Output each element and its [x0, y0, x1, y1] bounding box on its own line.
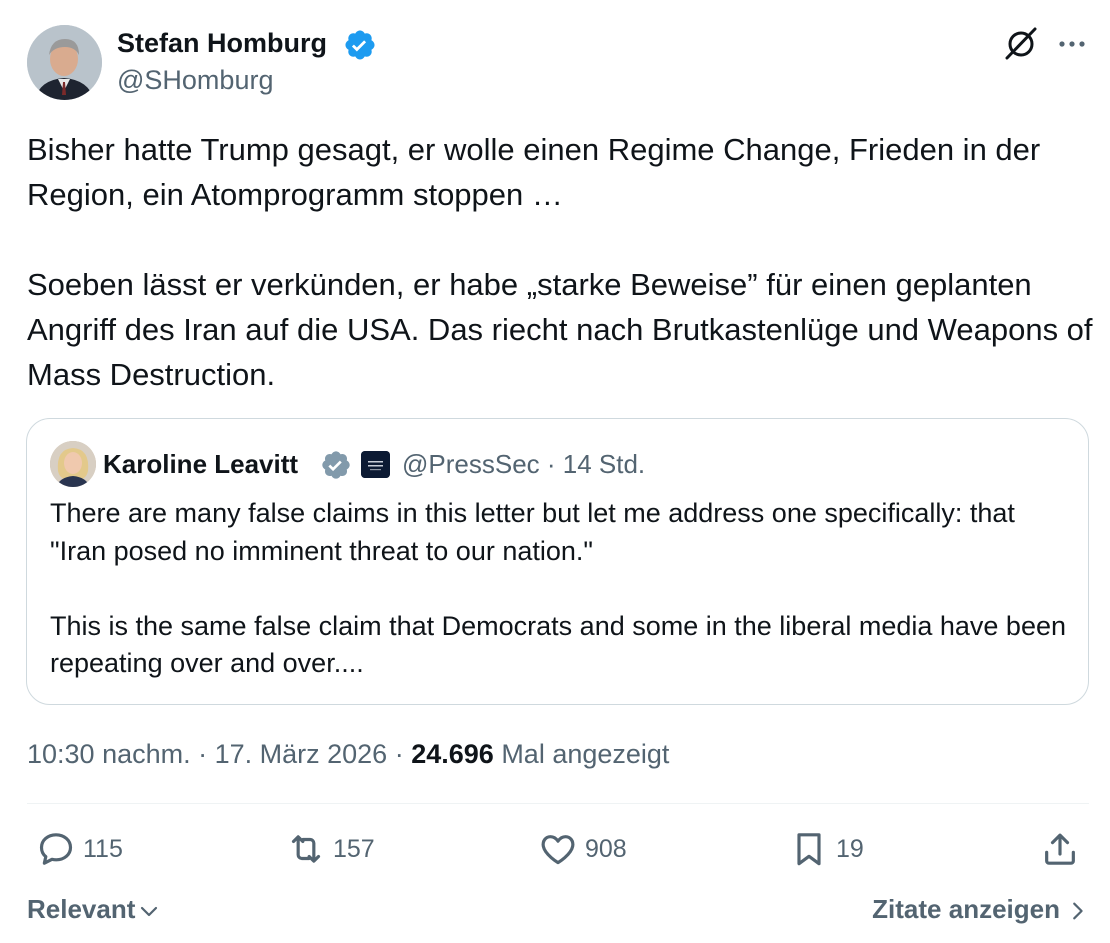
author-name[interactable]: Stefan Homburg [117, 27, 327, 59]
quoted-tweet-text: There are many false claims in this lett… [50, 498, 1066, 678]
reply-count: 115 [83, 835, 123, 863]
show-quotes-link[interactable]: Zitate anzeigen [872, 893, 1088, 925]
heart-icon [541, 835, 575, 865]
government-verified-icon [322, 451, 350, 479]
bookmark-button[interactable]: 19 [789, 826, 864, 872]
repost-count: 157 [333, 835, 375, 863]
reply-button[interactable]: 115 [36, 826, 123, 872]
more-icon[interactable] [1056, 28, 1088, 60]
like-count: 908 [585, 835, 627, 863]
white-house-affiliation-icon [361, 451, 390, 478]
grok-icon[interactable] [1002, 24, 1040, 62]
share-button[interactable] [1040, 826, 1080, 872]
show-quotes-label: Zitate anzeigen [872, 894, 1060, 924]
tweet-timestamp[interactable]: 10:30 nachm. · 17. März 2026 · [27, 739, 411, 769]
chevron-right-icon [1073, 902, 1083, 919]
verified-badge-icon [345, 30, 375, 60]
share-icon [1045, 833, 1075, 865]
chevron-down-icon [141, 906, 158, 917]
quoted-handle-time: @PressSec · 14 Std. [402, 449, 646, 479]
sort-dropdown[interactable]: Relevant [27, 893, 161, 925]
tweet-meta: 10:30 nachm. · 17. März 2026 · 24.696 Ma… [27, 737, 669, 771]
tweet-text: Bisher hatte Trump gesagt, er wolle eine… [27, 132, 1093, 392]
repost-button[interactable]: 157 [286, 826, 375, 872]
quoted-author-name: Karoline Leavitt [103, 449, 299, 479]
bookmark-count: 19 [836, 835, 864, 863]
repost-icon [291, 835, 321, 863]
like-button[interactable]: 908 [538, 826, 627, 872]
views-label: Mal angezeigt [501, 739, 670, 769]
quoted-author-avatar [50, 441, 96, 487]
author-handle[interactable]: @SHomburg [117, 64, 273, 96]
divider [27, 803, 1089, 804]
sort-label: Relevant [27, 894, 136, 924]
views-count: 24.696 [411, 739, 494, 769]
reply-icon [39, 833, 73, 865]
author-avatar[interactable] [27, 25, 102, 100]
bookmark-icon [797, 833, 821, 866]
